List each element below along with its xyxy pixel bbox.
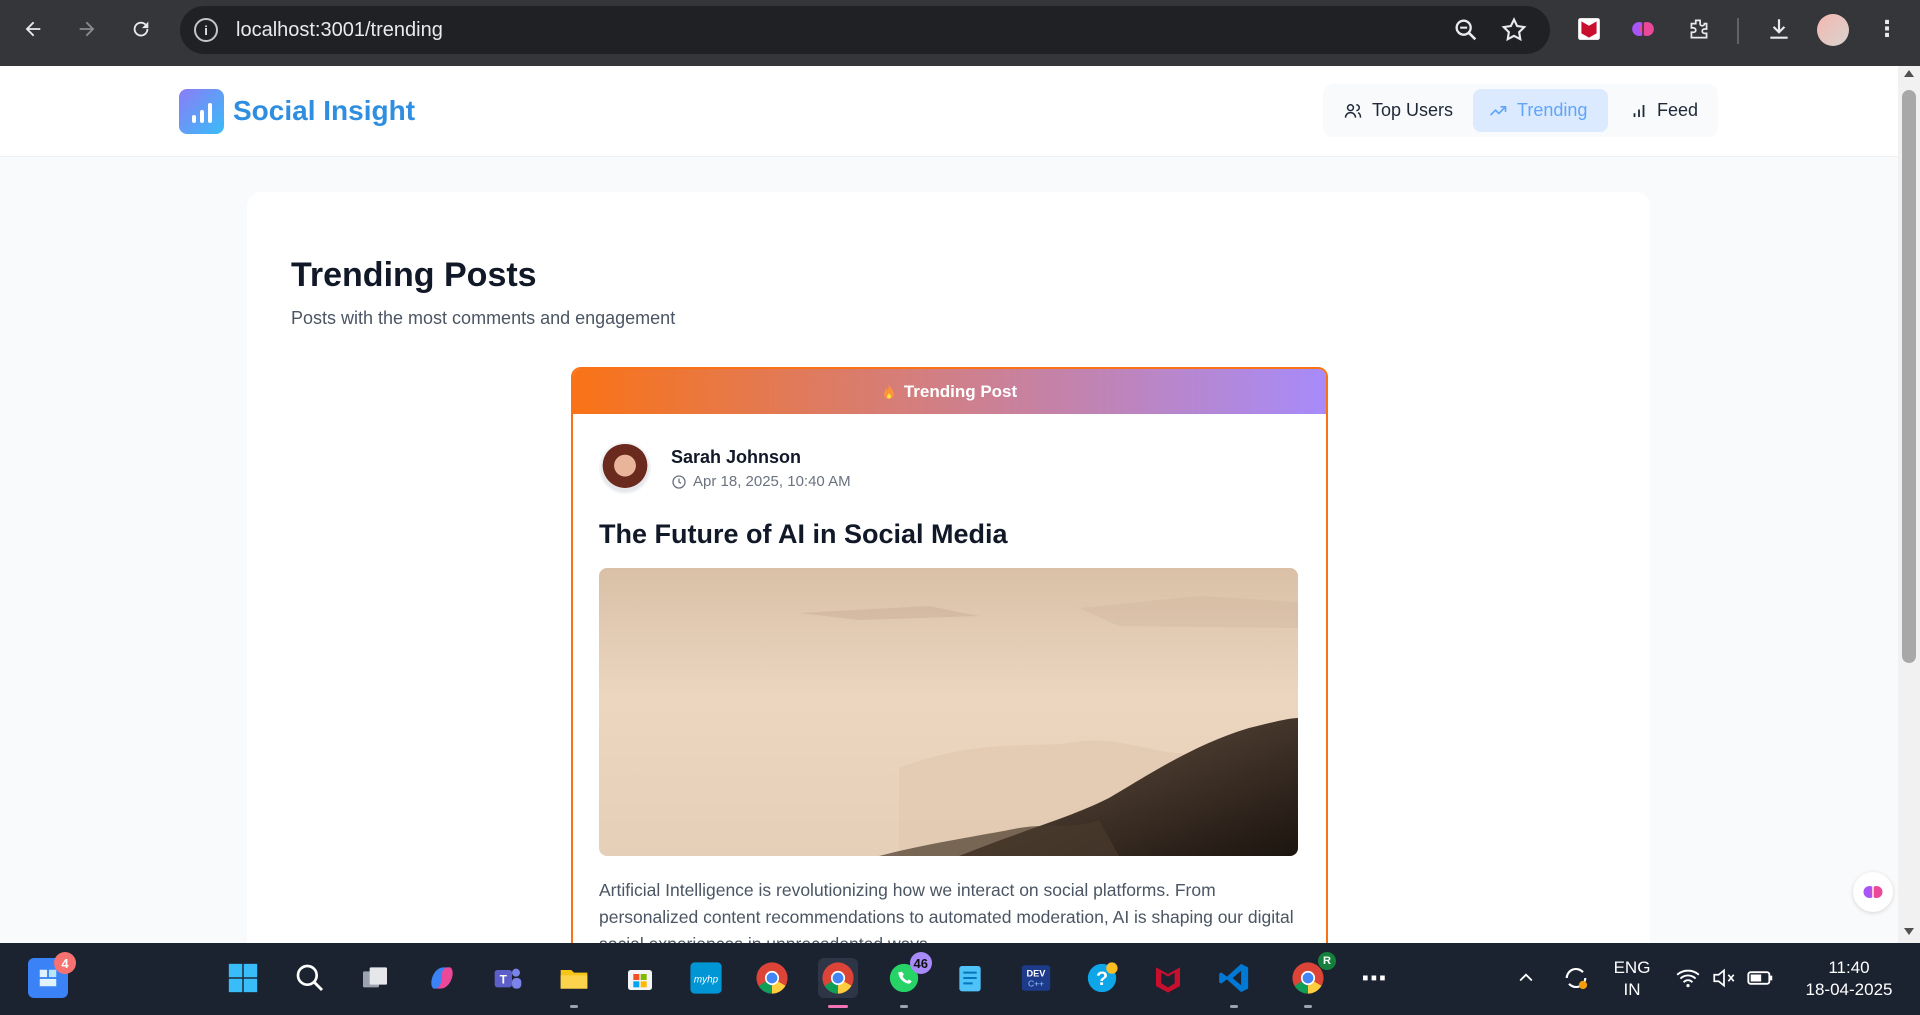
kebab-menu-icon[interactable]: ⋮	[1872, 14, 1902, 44]
profile-avatar[interactable]	[1817, 14, 1849, 46]
teams-icon[interactable]: T	[488, 958, 528, 998]
author-avatar[interactable]	[599, 442, 651, 494]
scroll-down-arrow[interactable]	[1904, 928, 1914, 935]
nav-feed[interactable]: Feed	[1615, 89, 1713, 132]
clock[interactable]: 11:40 18-04-2025	[1790, 957, 1908, 1001]
brand-name[interactable]: Social Insight	[233, 95, 415, 127]
nav-label: Trending	[1517, 100, 1588, 120]
task-view-icon[interactable]	[355, 958, 395, 998]
forward-button[interactable]	[70, 12, 104, 46]
language-code: ENG	[1613, 958, 1651, 977]
reload-button[interactable]	[124, 12, 158, 46]
more-apps-icon[interactable]: ⋯	[1354, 958, 1394, 998]
dev-home-icon[interactable]: DEV C++	[1016, 958, 1056, 998]
file-explorer-icon[interactable]	[554, 958, 594, 1008]
trending-up-icon	[1489, 105, 1507, 116]
page-title: Trending Posts	[291, 256, 537, 294]
windows-taskbar: 4 T myhp 46 DEV C++ ? R ⋯ ENG IN 11:40 1…	[0, 943, 1920, 1015]
wifi-icon[interactable]	[1668, 958, 1708, 998]
post-image[interactable]	[599, 568, 1298, 856]
scroll-thumb[interactable]	[1902, 90, 1916, 663]
download-icon[interactable]	[1764, 14, 1794, 44]
trending-post-card[interactable]: Trending Post Sarah Johnson Apr 18, 2025…	[571, 367, 1328, 1007]
notification-badge: 46	[909, 952, 932, 974]
search-icon[interactable]	[290, 958, 330, 998]
post-timestamp: Apr 18, 2025, 10:40 AM	[671, 473, 851, 490]
site-info-icon[interactable]: i	[194, 18, 218, 42]
trending-banner: Trending Post	[573, 369, 1326, 414]
windows-start-icon[interactable]	[223, 958, 263, 998]
zoom-icon[interactable]	[1452, 16, 1480, 49]
region-code: IN	[1623, 980, 1641, 999]
extensions-puzzle-icon[interactable]	[1684, 14, 1714, 44]
svg-text:?: ?	[1096, 968, 1108, 990]
arrow-right-icon	[79, 21, 95, 37]
profile-badge: R	[1318, 952, 1336, 970]
whatsapp-icon[interactable]: 46	[884, 952, 932, 1008]
chrome-profile-icon[interactable]: R	[1288, 952, 1336, 1008]
flame-icon	[883, 383, 894, 399]
brain-extension-icon[interactable]	[1628, 14, 1658, 44]
running-indicator	[1304, 1005, 1312, 1008]
reload-icon	[133, 21, 149, 37]
bar-chart-logo-icon	[179, 89, 224, 134]
microsoft-store-icon[interactable]	[620, 958, 660, 998]
language-indicator[interactable]: ENG IN	[1608, 957, 1656, 1001]
nav-top-users[interactable]: Top Users	[1328, 89, 1468, 132]
mcafee-extension-icon[interactable]	[1574, 14, 1604, 44]
bookmark-star-icon[interactable]	[1500, 16, 1528, 49]
address-bar[interactable]: i localhost:3001/trending	[180, 6, 1550, 54]
url-text[interactable]: localhost:3001/trending	[236, 19, 443, 42]
clock-icon	[672, 474, 686, 489]
banner-label: Trending Post	[903, 381, 1018, 401]
author-name[interactable]: Sarah Johnson	[671, 447, 801, 468]
post-title[interactable]: The Future of AI in Social Media	[599, 519, 1008, 550]
running-indicator	[570, 1005, 578, 1008]
users-icon	[1344, 103, 1362, 118]
clock-time: 11:40	[1828, 958, 1870, 977]
running-indicator	[1230, 1005, 1238, 1008]
active-indicator	[828, 1005, 848, 1008]
chrome-active-icon[interactable]	[818, 958, 858, 1008]
main-content-card: Trending Posts Posts with the most comme…	[247, 192, 1650, 1007]
svg-text:myhp: myhp	[694, 974, 719, 985]
help-icon[interactable]: ?	[1082, 958, 1122, 998]
arrow-left-icon	[25, 21, 41, 37]
svg-text:C++: C++	[1028, 979, 1044, 989]
svg-text:DEV: DEV	[1027, 969, 1047, 979]
nav-label: Feed	[1657, 100, 1699, 120]
widgets-icon[interactable]: 4	[28, 952, 76, 998]
copilot-icon[interactable]	[422, 958, 462, 998]
volume-muted-icon[interactable]	[1704, 958, 1744, 998]
notepad-icon[interactable]	[950, 958, 990, 998]
page-subtitle: Posts with the most comments and engagem…	[291, 308, 676, 328]
main-nav: Top Users Trending Feed	[1323, 84, 1718, 137]
running-indicator	[900, 1005, 908, 1008]
nav-label: Top Users	[1372, 100, 1454, 120]
scroll-up-arrow[interactable]	[1904, 70, 1914, 77]
vscode-icon[interactable]	[1214, 958, 1254, 1008]
mcafee-icon[interactable]	[1148, 958, 1188, 998]
brain-icon	[1863, 886, 1883, 898]
notification-badge: 4	[54, 952, 76, 974]
chrome-icon[interactable]	[752, 958, 792, 998]
myhp-icon[interactable]: myhp	[686, 958, 726, 998]
back-button[interactable]	[16, 12, 50, 46]
battery-icon[interactable]	[1740, 958, 1780, 998]
post-date-text: Apr 18, 2025, 10:40 AM	[693, 473, 851, 490]
sync-icon[interactable]	[1556, 958, 1596, 998]
browser-toolbar: i localhost:3001/trending ⋮	[0, 0, 1920, 66]
svg-text:T: T	[500, 972, 508, 986]
chevron-up-icon[interactable]	[1506, 958, 1546, 998]
nav-trending[interactable]: Trending	[1473, 89, 1608, 132]
assistant-floating-button[interactable]	[1853, 872, 1893, 912]
clock-date: 18-04-2025	[1805, 980, 1893, 999]
app-header: Social Insight Top Users Trending Feed	[0, 66, 1898, 157]
page-scrollbar[interactable]	[1898, 66, 1920, 943]
toolbar-divider	[1737, 18, 1739, 44]
bar-chart-icon	[1633, 104, 1645, 117]
